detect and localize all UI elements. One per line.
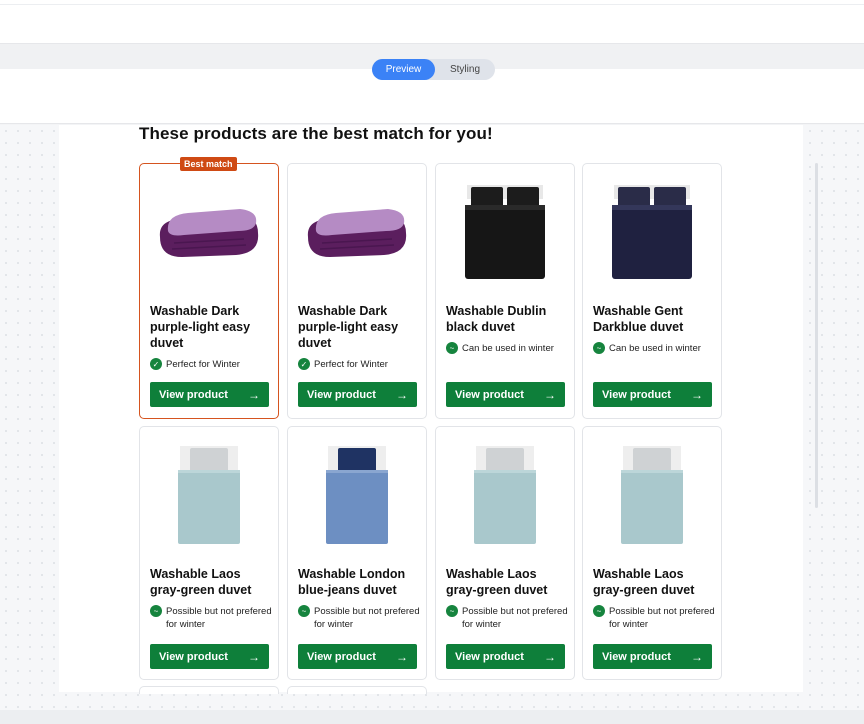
product-title: Washable Dark purple-light easy duvet bbox=[150, 304, 251, 350]
product-feature: ~ Can be used in winter bbox=[446, 342, 572, 355]
view-product-button[interactable]: View product → bbox=[150, 382, 269, 407]
arrow-right-icon: → bbox=[691, 387, 703, 402]
graygreen-single-bed-image bbox=[436, 435, 574, 555]
view-product-button[interactable]: View product → bbox=[446, 644, 565, 669]
product-card: Washable Dark purple-light easy duvet ✓ … bbox=[287, 163, 427, 419]
product-card: Washable Dublin black duvet ~ Can be use… bbox=[435, 163, 575, 419]
view-product-button[interactable]: View product → bbox=[298, 644, 417, 669]
product-feature: ~ Can be used in winter bbox=[593, 342, 719, 355]
arrow-right-icon: → bbox=[544, 387, 556, 402]
product-feature: ✓ Perfect for Winter bbox=[298, 358, 424, 371]
check-circle-icon: ✓ bbox=[298, 358, 310, 370]
product-feature: ~ Possible but not prefered for winter bbox=[150, 605, 276, 631]
view-product-button[interactable]: View product → bbox=[150, 644, 269, 669]
arrow-right-icon: → bbox=[396, 387, 408, 402]
arrow-right-icon: → bbox=[691, 649, 703, 664]
product-card: Washable Laos gray-green duvet ~ Possibl… bbox=[139, 426, 279, 680]
product-title: Washable Laos gray-green duvet bbox=[446, 567, 548, 597]
product-title: Washable Laos gray-green duvet bbox=[150, 567, 252, 597]
product-title: Washable Dark purple-light easy duvet bbox=[298, 304, 399, 350]
arrow-right-icon: → bbox=[396, 649, 408, 664]
product-feature: ✓ Perfect for Winter bbox=[150, 358, 276, 371]
bottom-bar bbox=[0, 710, 864, 724]
page-title: These products are the best match for yo… bbox=[139, 124, 493, 143]
purple-comforter-image bbox=[140, 172, 278, 292]
product-title: Washable London blue-jeans duvet bbox=[298, 567, 406, 597]
view-product-button[interactable]: View product → bbox=[446, 382, 565, 407]
arrow-right-icon: → bbox=[248, 649, 260, 664]
bluejeans-single-bed-image bbox=[288, 435, 426, 555]
wave-circle-icon: ~ bbox=[593, 342, 605, 354]
preview-tab[interactable]: Preview bbox=[372, 59, 435, 80]
arrow-right-icon: → bbox=[248, 387, 260, 402]
graygreen-single-bed-image bbox=[583, 435, 721, 555]
product-title: Washable Laos gray-green duvet bbox=[593, 567, 695, 597]
top-bar bbox=[0, 0, 864, 44]
product-card-partial bbox=[139, 686, 279, 694]
check-circle-icon: ✓ bbox=[150, 358, 162, 370]
product-card: Washable Laos gray-green duvet ~ Possibl… bbox=[582, 426, 722, 680]
product-title: Washable Dublin black duvet bbox=[446, 304, 547, 334]
product-card: Washable Laos gray-green duvet ~ Possibl… bbox=[435, 426, 575, 680]
product-card-partial bbox=[287, 686, 427, 694]
purple-comforter-image bbox=[288, 172, 426, 292]
product-feature: ~ Possible but not prefered for winter bbox=[593, 605, 719, 631]
preview-styling-toggle: Preview Styling bbox=[372, 59, 495, 80]
wave-circle-icon: ~ bbox=[150, 605, 162, 617]
view-product-button[interactable]: View product → bbox=[593, 644, 712, 669]
wave-circle-icon: ~ bbox=[298, 605, 310, 617]
product-card: Washable London blue-jeans duvet ~ Possi… bbox=[287, 426, 427, 680]
black-double-bed-image bbox=[436, 172, 574, 292]
wave-circle-icon: ~ bbox=[446, 605, 458, 617]
graygreen-single-bed-image bbox=[140, 435, 278, 555]
best-match-badge: Best match bbox=[180, 157, 237, 171]
styling-tab[interactable]: Styling bbox=[435, 59, 495, 80]
arrow-right-icon: → bbox=[544, 649, 556, 664]
scrollbar[interactable] bbox=[815, 163, 818, 508]
product-card: Best match Washable Dark purple-light ea… bbox=[139, 157, 279, 419]
product-feature: ~ Possible but not prefered for winter bbox=[446, 605, 572, 631]
darkblue-double-bed-image bbox=[583, 172, 721, 292]
product-feature: ~ Possible but not prefered for winter bbox=[298, 605, 424, 631]
wave-circle-icon: ~ bbox=[593, 605, 605, 617]
view-product-button[interactable]: View product → bbox=[298, 382, 417, 407]
view-product-button[interactable]: View product → bbox=[593, 382, 712, 407]
wave-circle-icon: ~ bbox=[446, 342, 458, 354]
product-title: Washable Gent Darkblue duvet bbox=[593, 304, 684, 334]
product-card: Washable Gent Darkblue duvet ~ Can be us… bbox=[582, 163, 722, 419]
